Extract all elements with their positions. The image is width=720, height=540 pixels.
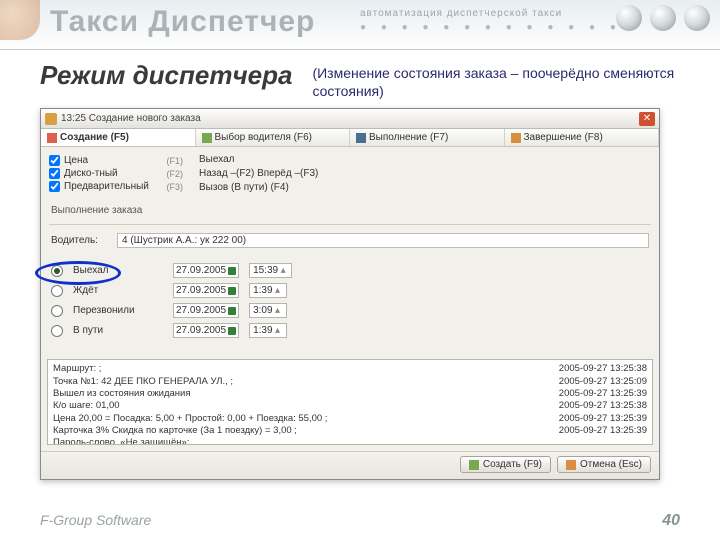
driver-row: Водитель: 4 (Шустрик А.А.: ук 222 00) bbox=[41, 229, 659, 258]
radio[interactable] bbox=[51, 265, 63, 277]
status-label: Выехал bbox=[73, 265, 163, 276]
page-number: 40 bbox=[662, 512, 680, 530]
date-field[interactable]: 27.09.2005 bbox=[173, 303, 239, 318]
status-label: Перезвонили bbox=[73, 305, 163, 316]
create-button[interactable]: Создать (F9) bbox=[460, 456, 551, 473]
cancel-button[interactable]: Отмена (Esc) bbox=[557, 456, 651, 473]
details-list[interactable]: Маршрут: ;2005-09-27 13:25:38 Точка №1: … bbox=[47, 359, 653, 445]
checkbox[interactable] bbox=[49, 181, 60, 192]
status-row-departed[interactable]: Выехал 27.09.2005 15:39▴ bbox=[51, 263, 649, 278]
decor-dots: ● ● ● ● ● ● ● ● ● ● ● ● ● ● bbox=[360, 22, 643, 33]
date-field[interactable]: 27.09.2005 bbox=[173, 323, 239, 338]
tab-driver[interactable]: Выбор водителя (F6) bbox=[196, 129, 351, 146]
status-block: Выехал 27.09.2005 15:39▴ Ждёт 27.09.2005… bbox=[41, 263, 659, 355]
detail-row: Точка №1: 42 ДЕЕ ПКО ГЕНЕРАЛА УЛ., ;2005… bbox=[53, 376, 647, 388]
company-name: F-Group Software bbox=[40, 512, 151, 530]
slide-note: (Изменение состояния заказа – поочерёдно… bbox=[312, 60, 680, 100]
time-field[interactable]: 1:39▴ bbox=[249, 283, 286, 298]
left-options: Цена (F1) Диско-тный (F2) Предварительны… bbox=[41, 147, 191, 201]
tab-finish[interactable]: Завершение (F8) bbox=[505, 129, 660, 146]
detail-row: Маршрут: ;2005-09-27 13:25:38 bbox=[53, 363, 647, 375]
close-icon[interactable]: ✕ bbox=[639, 112, 655, 126]
check-discount[interactable]: Диско-тный (F2) bbox=[49, 168, 183, 179]
check-label: Диско-тный bbox=[64, 168, 118, 179]
status-row-wait[interactable]: Ждёт 27.09.2005 1:39▴ bbox=[51, 283, 649, 298]
status-label: В пути bbox=[73, 325, 163, 336]
check-price[interactable]: Цена (F1) bbox=[49, 155, 183, 166]
decor-circles bbox=[616, 5, 710, 31]
section-label: Выполнение заказа bbox=[41, 201, 659, 220]
time-field[interactable]: 3:09▴ bbox=[249, 303, 286, 318]
tab-label: Выбор водителя (F6) bbox=[215, 132, 313, 143]
checkbox[interactable] bbox=[49, 168, 60, 179]
button-label: Создать (F9) bbox=[483, 459, 542, 470]
date-field[interactable]: 27.09.2005 bbox=[173, 283, 239, 298]
check-label: Цена bbox=[64, 155, 88, 166]
hint-line: Вызов (В пути) (F4) bbox=[199, 181, 651, 195]
tab-icon bbox=[511, 133, 521, 143]
status-row-callback[interactable]: Перезвонили 27.09.2005 3:09▴ bbox=[51, 303, 649, 318]
app-title: Такси Диспетчер bbox=[50, 5, 315, 39]
hint-line: Выехал bbox=[199, 153, 651, 167]
button-bar: Создать (F9) Отмена (Esc) bbox=[41, 451, 659, 479]
tab-progress[interactable]: Выполнение (F7) bbox=[350, 129, 505, 146]
slide-heading: Режим диспетчера bbox=[40, 60, 292, 91]
detail-row: Карточка 3% Скидка по карточке (За 1 пое… bbox=[53, 425, 647, 437]
detail-row: Вышел из состояния ожидания2005-09-27 13… bbox=[53, 388, 647, 400]
tab-label: Завершение (F8) bbox=[524, 132, 603, 143]
titlebar[interactable]: 13:25 Создание нового заказа ✕ bbox=[41, 109, 659, 129]
check-label: Предварительный bbox=[64, 181, 149, 192]
tab-create[interactable]: Создание (F5) bbox=[41, 129, 196, 146]
button-label: Отмена (Esc) bbox=[580, 459, 642, 470]
driver-value[interactable]: 4 (Шустрик А.А.: ук 222 00) bbox=[117, 233, 649, 248]
date-field[interactable]: 27.09.2005 bbox=[173, 263, 239, 278]
window-icon bbox=[45, 113, 57, 125]
time-field[interactable]: 15:39▴ bbox=[249, 263, 292, 278]
check-prelim[interactable]: Предварительный (F3) bbox=[49, 181, 183, 192]
calendar-icon[interactable] bbox=[228, 327, 236, 335]
tab-icon bbox=[47, 133, 57, 143]
tab-label: Выполнение (F7) bbox=[369, 132, 448, 143]
calendar-icon[interactable] bbox=[228, 267, 236, 275]
ok-icon bbox=[469, 460, 479, 470]
window-title: 13:25 Создание нового заказа bbox=[61, 113, 635, 124]
driver-label: Водитель: bbox=[51, 235, 111, 246]
hint-line: Назад –(F2) Вперёд –(F3) bbox=[199, 167, 651, 181]
right-hints: Выехал Назад –(F2) Вперёд –(F3) Вызов (В… bbox=[191, 147, 659, 201]
radio[interactable] bbox=[51, 325, 63, 337]
calendar-icon[interactable] bbox=[228, 287, 236, 295]
hotkey: (F2) bbox=[167, 169, 184, 179]
hotkey: (F1) bbox=[167, 156, 184, 166]
tab-label: Создание (F5) bbox=[60, 132, 129, 143]
status-label: Ждёт bbox=[73, 285, 163, 296]
hotkey: (F3) bbox=[167, 182, 184, 192]
time-field[interactable]: 1:39▴ bbox=[249, 323, 286, 338]
banner: Такси Диспетчер автоматизация диспетчерс… bbox=[0, 0, 720, 50]
operator-image bbox=[0, 0, 40, 40]
tabs: Создание (F5) Выбор водителя (F6) Выполн… bbox=[41, 129, 659, 147]
radio[interactable] bbox=[51, 285, 63, 297]
radio[interactable] bbox=[51, 305, 63, 317]
status-row-enroute[interactable]: В пути 27.09.2005 1:39▴ bbox=[51, 323, 649, 338]
detail-row: Цена 20,00 = Посадка: 5,00 + Простой: 0,… bbox=[53, 413, 647, 425]
order-dialog: 13:25 Создание нового заказа ✕ Создание … bbox=[40, 108, 660, 480]
tab-icon bbox=[356, 133, 366, 143]
tagline: автоматизация диспетчерской такси bbox=[360, 8, 562, 19]
detail-row: Пароль-слово. «Не защищён»; bbox=[53, 437, 647, 445]
footer: F-Group Software 40 bbox=[40, 512, 680, 530]
calendar-icon[interactable] bbox=[228, 307, 236, 315]
detail-row: К/о шаге: 01,002005-09-27 13:25:38 bbox=[53, 400, 647, 412]
checkbox[interactable] bbox=[49, 155, 60, 166]
tab-icon bbox=[202, 133, 212, 143]
cancel-icon bbox=[566, 460, 576, 470]
